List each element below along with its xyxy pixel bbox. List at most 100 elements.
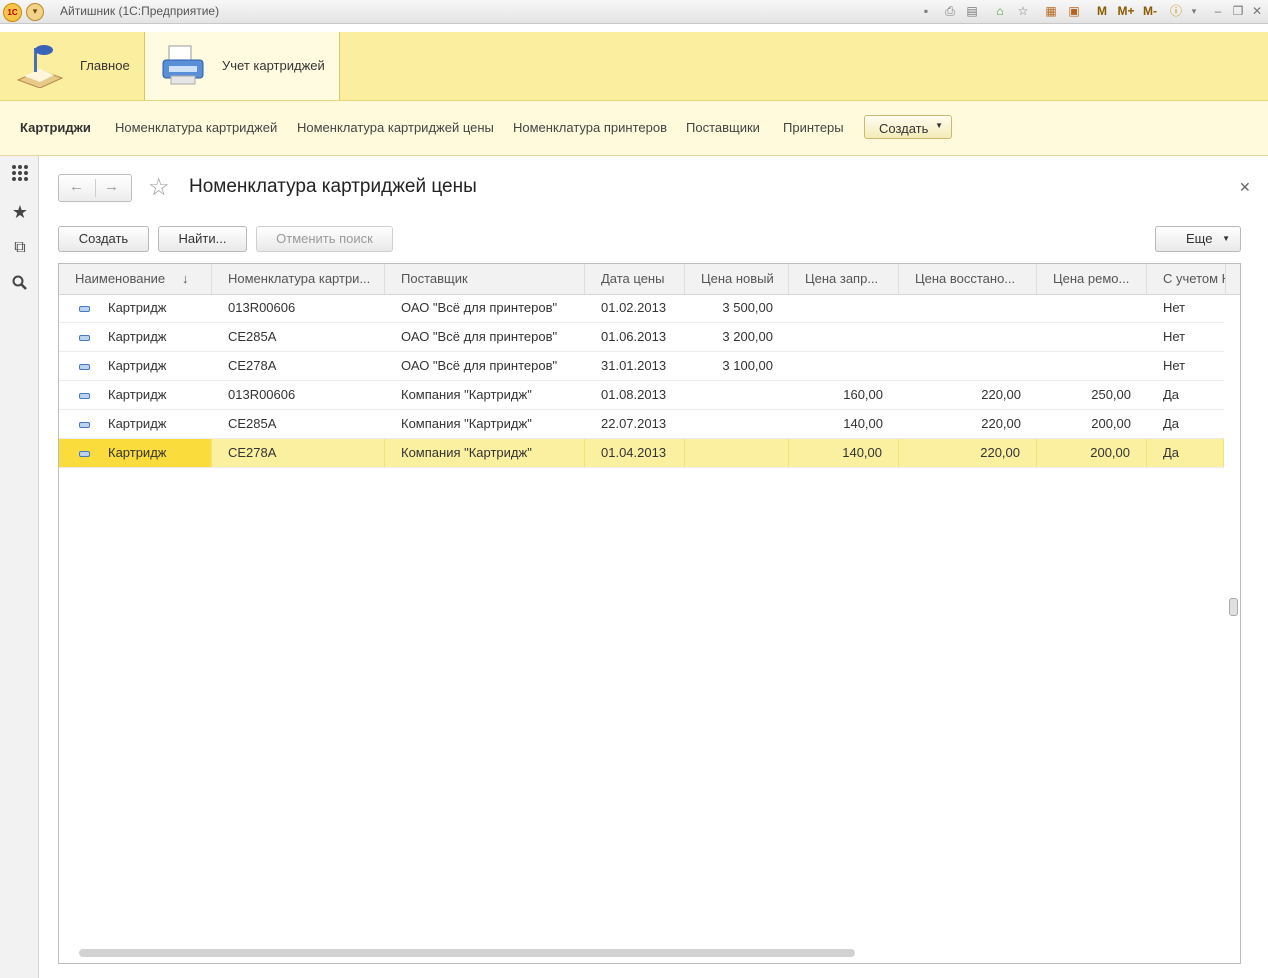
- favorites-icon[interactable]: ★: [10, 202, 30, 222]
- calendar-icon[interactable]: ▣: [1066, 3, 1082, 19]
- table-cell-vat[interactable]: Нет: [1147, 294, 1224, 322]
- table-cell-nomenclature[interactable]: CE278A: [212, 352, 385, 380]
- column-header-price-refill[interactable]: Цена запр...: [789, 264, 899, 294]
- close-window-icon[interactable]: ✕: [1249, 3, 1265, 19]
- table-cell-price-repair[interactable]: 200,00: [1037, 410, 1147, 438]
- table-cell-nomenclature[interactable]: 013R00606: [212, 381, 385, 409]
- memory-m-button[interactable]: M: [1094, 3, 1110, 19]
- calculator-icon[interactable]: ▦: [1043, 3, 1059, 19]
- func-suppliers[interactable]: Поставщики: [686, 120, 760, 135]
- column-header-supplier[interactable]: Поставщик: [385, 264, 585, 294]
- table-cell-date[interactable]: 01.04.2013: [585, 439, 685, 467]
- column-header-price-repair[interactable]: Цена ремо...: [1037, 264, 1147, 294]
- back-arrow-icon[interactable]: ←: [69, 178, 84, 195]
- table-cell-date[interactable]: 31.01.2013: [585, 352, 685, 380]
- table-row-selected[interactable]: Картридж CE278A Компания "Картридж" 01.04.2…: [59, 439, 1224, 468]
- table-cell-supplier[interactable]: ОАО "Всё для принтеров": [385, 352, 585, 380]
- add-to-favorites-star-icon[interactable]: ☆: [148, 174, 170, 202]
- table-cell-price-restore[interactable]: [899, 294, 1037, 322]
- save-icon[interactable]: ▪: [918, 3, 934, 19]
- table-cell-supplier[interactable]: ОАО "Всё для принтеров": [385, 294, 585, 322]
- table-cell-price-refill[interactable]: [789, 294, 899, 322]
- search-icon[interactable]: [10, 275, 30, 295]
- table-cell-nomenclature[interactable]: CE278A: [212, 439, 385, 467]
- close-form-icon[interactable]: ✕: [1239, 179, 1251, 196]
- table-cell-price-restore[interactable]: 220,00: [899, 439, 1037, 467]
- table-cell-price-repair[interactable]: 200,00: [1037, 439, 1147, 467]
- home-icon[interactable]: ⌂: [992, 3, 1008, 19]
- table-row[interactable]: Картридж CE285A Компания "Картридж" 22.07.2…: [59, 410, 1224, 439]
- func-cartridge-nomenclature[interactable]: Номенклатура картриджей: [115, 120, 277, 135]
- table-cell-vat[interactable]: Нет: [1147, 352, 1224, 380]
- table-cell-price-refill[interactable]: 140,00: [789, 410, 899, 438]
- table-cell-supplier[interactable]: ОАО "Всё для принтеров": [385, 323, 585, 351]
- table-cell-price-refill[interactable]: 140,00: [789, 439, 899, 467]
- column-header-price-restore[interactable]: Цена восстано...: [899, 264, 1037, 294]
- vertical-scrollbar[interactable]: [1226, 294, 1240, 963]
- table-cell-price-new[interactable]: 3 100,00: [685, 352, 789, 380]
- find-button[interactable]: Найти...: [158, 226, 247, 252]
- section-main[interactable]: Главное: [0, 32, 143, 100]
- print-icon[interactable]: ⎙: [942, 3, 958, 19]
- table-row[interactable]: Картридж CE285A ОАО "Всё для принтеров" 01.…: [59, 323, 1224, 352]
- table-cell-price-restore[interactable]: 220,00: [899, 381, 1037, 409]
- main-menu-icon[interactable]: ▾: [26, 3, 44, 21]
- table-cell-price-repair[interactable]: [1037, 352, 1147, 380]
- info-icon[interactable]: ⓘ: [1168, 3, 1184, 19]
- table-cell-price-restore[interactable]: 220,00: [899, 410, 1037, 438]
- table-cell-date[interactable]: 01.02.2013: [585, 294, 685, 322]
- table-cell-price-new[interactable]: 3 200,00: [685, 323, 789, 351]
- restore-icon[interactable]: ❐: [1230, 3, 1246, 19]
- table-cell-vat[interactable]: Нет: [1147, 323, 1224, 351]
- vertical-scroll-thumb[interactable]: [1229, 598, 1238, 616]
- table-cell-supplier[interactable]: Компания "Картридж": [385, 439, 585, 467]
- table-cell-price-new[interactable]: [685, 439, 789, 467]
- table-cell-vat[interactable]: Да: [1147, 410, 1224, 438]
- prices-table[interactable]: Наименование ↓ Номенклатура картри... По…: [58, 263, 1241, 964]
- table-cell-price-refill[interactable]: [789, 352, 899, 380]
- minimize-icon[interactable]: –: [1210, 3, 1226, 19]
- create-button[interactable]: Создать: [58, 226, 149, 252]
- column-header-price-new[interactable]: Цена новый: [685, 264, 789, 294]
- all-functions-icon[interactable]: [10, 164, 30, 184]
- forward-arrow-icon[interactable]: →: [104, 178, 119, 195]
- table-cell-price-repair[interactable]: 250,00: [1037, 381, 1147, 409]
- table-cell-supplier[interactable]: Компания "Картридж": [385, 410, 585, 438]
- column-header-vat[interactable]: С учетом Н: [1147, 264, 1226, 294]
- table-row[interactable]: Картридж CE278A ОАО "Всё для принтеров" 31.…: [59, 352, 1224, 381]
- table-cell-price-new[interactable]: [685, 410, 789, 438]
- table-cell-supplier[interactable]: Компания "Картридж": [385, 381, 585, 409]
- table-cell-price-refill[interactable]: 160,00: [789, 381, 899, 409]
- favorites-add-icon[interactable]: ☆: [1015, 3, 1031, 19]
- memory-m-plus-button[interactable]: M+: [1116, 3, 1136, 19]
- table-cell-price-restore[interactable]: [899, 323, 1037, 351]
- table-cell-date[interactable]: 01.06.2013: [585, 323, 685, 351]
- column-header-nomenclature[interactable]: Номенклатура картри...: [212, 264, 385, 294]
- column-header-date[interactable]: Дата цены: [585, 264, 685, 294]
- memory-m-minus-button[interactable]: M-: [1140, 3, 1160, 19]
- more-button[interactable]: Еще ▼: [1155, 226, 1241, 252]
- column-header-name[interactable]: Наименование ↓: [59, 264, 212, 294]
- func-cartridge-prices[interactable]: Номенклатура картриджей цены: [297, 120, 494, 135]
- table-cell-nomenclature[interactable]: CE285A: [212, 410, 385, 438]
- history-icon[interactable]: ⧉: [10, 238, 30, 258]
- table-cell-price-new[interactable]: [685, 381, 789, 409]
- section-cartridges[interactable]: Учет картриджей: [144, 32, 340, 100]
- table-cell-price-new[interactable]: 3 500,00: [685, 294, 789, 322]
- func-cartridges[interactable]: Картриджи: [20, 120, 91, 135]
- table-row[interactable]: Картридж 013R00606 Компания "Картридж" 01.0…: [59, 381, 1224, 410]
- info-dropdown-icon[interactable]: ▾: [1186, 3, 1202, 19]
- table-cell-nomenclature[interactable]: 013R00606: [212, 294, 385, 322]
- table-cell-price-repair[interactable]: [1037, 294, 1147, 322]
- table-cell-date[interactable]: 01.08.2013: [585, 381, 685, 409]
- cancel-search-button[interactable]: Отменить поиск: [256, 226, 393, 252]
- table-row[interactable]: Картридж 013R00606 ОАО "Всё для принтеров"…: [59, 294, 1224, 323]
- table-cell-date[interactable]: 22.07.2013: [585, 410, 685, 438]
- table-cell-vat[interactable]: Да: [1147, 439, 1224, 467]
- 1c-logo-icon[interactable]: 1C: [3, 3, 22, 22]
- table-cell-price-restore[interactable]: [899, 352, 1037, 380]
- func-printer-nomenclature[interactable]: Номенклатура принтеров: [513, 120, 667, 135]
- print-preview-icon[interactable]: ▤: [964, 3, 980, 19]
- func-printers[interactable]: Принтеры: [783, 120, 844, 135]
- table-cell-price-refill[interactable]: [789, 323, 899, 351]
